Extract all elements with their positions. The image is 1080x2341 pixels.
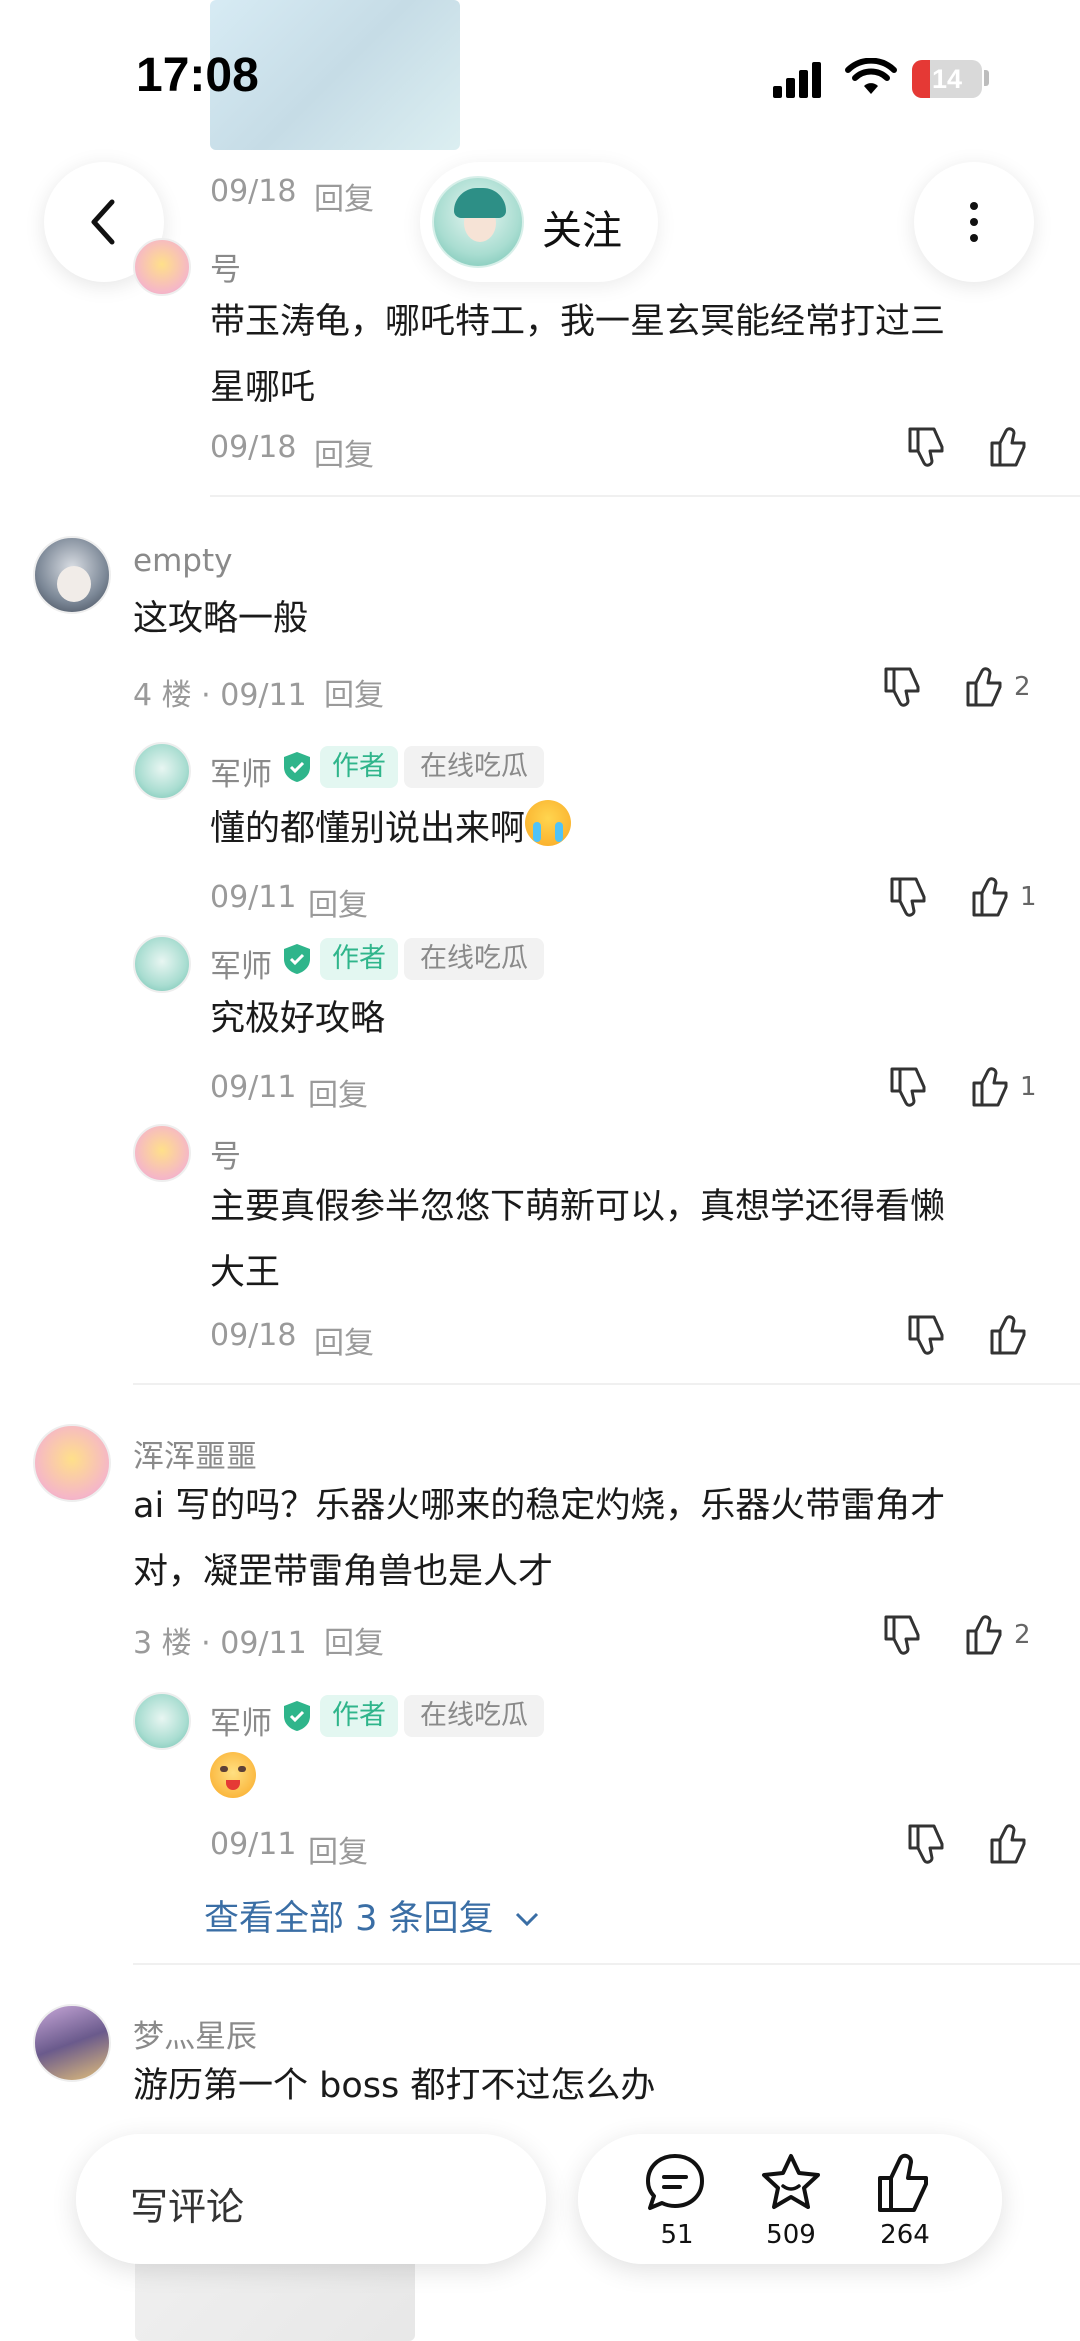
reply-date: 09/11 — [210, 1070, 297, 1105]
divider — [210, 495, 1080, 497]
reply-button[interactable]: 回复 — [314, 1318, 374, 1362]
user-avatar[interactable] — [133, 1124, 191, 1182]
verified-shield-icon — [284, 944, 310, 974]
wifi-icon — [845, 58, 897, 94]
like-count: 2 — [1014, 672, 1031, 702]
like-icon[interactable] — [984, 1820, 1032, 1868]
more-vertical-icon — [970, 202, 978, 242]
comment-count: 51 — [660, 2220, 694, 2250]
reply-date: 09/18 — [210, 430, 297, 465]
write-comment-placeholder: 写评论 — [130, 2185, 245, 2229]
reply-date: 09/18 — [210, 174, 297, 209]
comment-text: ai 写的吗？乐器火哪来的稳定灼烧，乐器火带雷角才 对，凝罡带雷角兽也是人才 — [133, 1486, 946, 1592]
username[interactable]: 梦灬星辰 — [133, 2011, 257, 2056]
dislike-icon[interactable] — [902, 1820, 950, 1868]
username[interactable]: 军师 — [210, 749, 272, 794]
like-icon[interactable] — [984, 1311, 1032, 1359]
title-badge: 在线吃瓜 — [404, 746, 544, 788]
dislike-icon[interactable] — [878, 1611, 926, 1659]
reply-date: 09/11 — [210, 1827, 297, 1862]
chevron-left-icon — [91, 199, 115, 245]
reply-button[interactable]: 回复 — [324, 1618, 384, 1662]
reply-date: 09/18 — [210, 1318, 297, 1353]
dislike-icon[interactable] — [878, 663, 926, 711]
like-icon[interactable] — [960, 1611, 1008, 1659]
favorite-button[interactable]: 509 — [736, 2150, 846, 2250]
reply-button[interactable]: 回复 — [308, 880, 368, 924]
status-time: 17:08 — [136, 49, 259, 102]
comment-bubble-icon — [646, 2154, 704, 2210]
username[interactable]: 号 — [210, 244, 241, 289]
like-icon[interactable] — [966, 873, 1014, 921]
reply-text: 懂的都懂别说出来啊 — [210, 796, 572, 862]
username[interactable]: empty — [133, 543, 232, 579]
verified-shield-icon — [284, 1701, 310, 1731]
reply-button[interactable]: 回复 — [308, 1070, 368, 1114]
user-avatar[interactable] — [33, 1424, 111, 1502]
dislike-icon[interactable] — [884, 1063, 932, 1111]
battery-icon: 14 — [912, 60, 982, 98]
comment-text: 带玉涛龟，哪吒特工，我一星玄冥能经常打过三 星哪吒 — [210, 302, 946, 408]
author-badge: 作者 — [320, 1695, 398, 1737]
user-avatar[interactable] — [33, 2004, 111, 2082]
author-badge: 作者 — [320, 746, 398, 788]
username[interactable]: 浑浑噩噩 — [133, 1431, 257, 1476]
username[interactable]: 军师 — [210, 941, 272, 986]
more-options-button[interactable] — [914, 162, 1034, 282]
follow-label: 关注 — [542, 208, 622, 254]
user-avatar[interactable] — [33, 536, 111, 614]
like-post-button[interactable]: 264 — [850, 2150, 960, 2250]
dislike-icon[interactable] — [902, 423, 950, 471]
reply-button[interactable]: 回复 — [314, 174, 374, 218]
reply-text: 究极好攻略 — [210, 999, 386, 1039]
crying-emoji-icon — [525, 800, 572, 846]
like-post-count: 264 — [880, 2220, 930, 2250]
like-count: 1 — [1020, 1072, 1037, 1102]
floor-meta: 3 楼 · 09/11 — [133, 1626, 307, 1661]
floor-meta: 4 楼 · 09/11 — [133, 678, 307, 713]
comments-button[interactable]: 51 — [622, 2150, 732, 2250]
dislike-icon[interactable] — [902, 1311, 950, 1359]
reply-text: 主要真假参半忽悠下萌新可以，真想学还得看懒 大王 — [210, 1187, 946, 1293]
title-badge: 在线吃瓜 — [404, 938, 544, 980]
battery-level: 14 — [931, 64, 963, 94]
reply-date: 09/11 — [210, 880, 297, 915]
star-icon — [762, 2154, 820, 2209]
like-count: 2 — [1014, 1620, 1031, 1650]
author-badge: 作者 — [320, 938, 398, 980]
reply-button[interactable]: 回复 — [308, 1827, 368, 1871]
favorite-count: 509 — [766, 2220, 816, 2250]
author-follow-pill[interactable]: 关注 — [420, 162, 658, 282]
title-badge: 在线吃瓜 — [404, 1695, 544, 1737]
comment-text: 这攻略一般 — [133, 599, 309, 639]
author-avatar[interactable] — [133, 935, 191, 993]
username[interactable]: 号 — [210, 1131, 241, 1176]
like-icon[interactable] — [984, 423, 1032, 471]
divider — [133, 1963, 1080, 1965]
sticker-emoji-icon — [210, 1752, 256, 1798]
comment-text: 游历第一个 boss 都打不过怎么办 — [133, 2066, 656, 2106]
user-avatar[interactable] — [133, 238, 191, 296]
thumbs-up-icon — [878, 2153, 928, 2212]
like-icon[interactable] — [966, 1063, 1014, 1111]
verified-shield-icon — [284, 752, 310, 782]
like-count: 1 — [1020, 882, 1037, 912]
author-avatar[interactable] — [133, 742, 191, 800]
action-bar: 51 509 264 — [578, 2134, 1002, 2264]
dislike-icon[interactable] — [884, 873, 932, 921]
signal-icon — [773, 62, 821, 98]
reply-button[interactable]: 回复 — [314, 430, 374, 474]
chevron-down-icon — [515, 1912, 538, 1927]
username[interactable]: 军师 — [210, 1698, 272, 1743]
write-comment-input[interactable]: 写评论 — [76, 2134, 546, 2264]
like-icon[interactable] — [960, 663, 1008, 711]
author-avatar — [432, 176, 524, 268]
view-all-replies-link[interactable]: 查看全部 3 条回复 — [204, 1890, 539, 1941]
divider — [133, 1383, 1080, 1385]
author-avatar[interactable] — [133, 1692, 191, 1750]
reply-button[interactable]: 回复 — [324, 670, 384, 714]
